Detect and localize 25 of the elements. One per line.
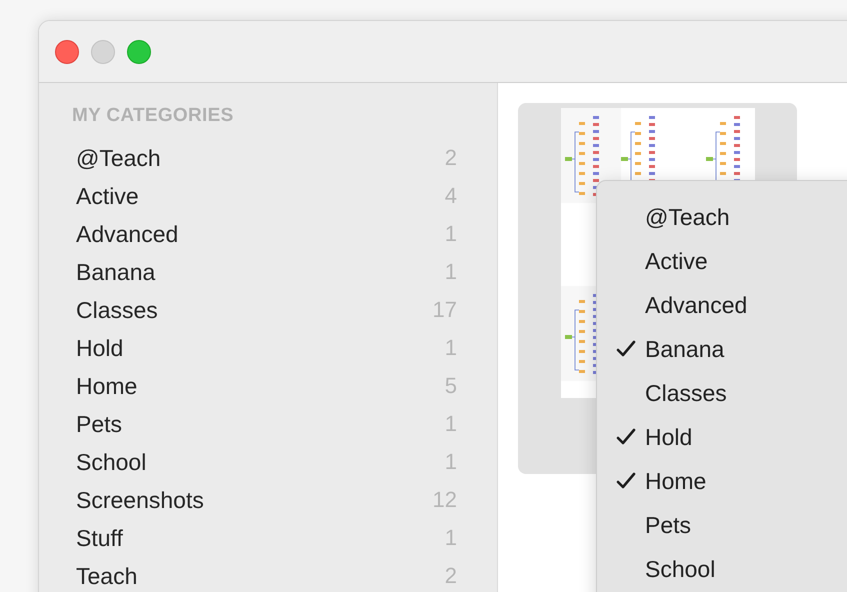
minimize-button[interactable] [91, 40, 115, 64]
menu-item[interactable]: Home [615, 459, 847, 503]
category-name[interactable]: Screenshots [76, 486, 204, 514]
zoom-button[interactable] [127, 40, 151, 64]
category-name[interactable]: Teach [76, 562, 138, 590]
category-name[interactable]: Stuff [76, 524, 123, 552]
category-name[interactable]: Active [76, 182, 139, 210]
sidebar-header: MY CATEGORIES [72, 105, 235, 127]
category-name[interactable]: Classes [76, 296, 158, 324]
menu-item[interactable]: Hold [615, 415, 847, 459]
category-name[interactable]: Hold [76, 334, 124, 362]
menu-item[interactable]: School [615, 547, 847, 591]
category-name[interactable]: Banana [76, 258, 156, 286]
menu-item[interactable]: Active [615, 239, 847, 283]
menu-item[interactable]: Advanced [615, 283, 847, 327]
menu-item[interactable]: Classes [615, 371, 847, 415]
category-name[interactable]: Advanced [76, 220, 178, 248]
close-button[interactable] [55, 40, 79, 64]
menu-item[interactable]: @Teach [615, 195, 847, 239]
category-name[interactable]: School [76, 448, 146, 476]
menu-item[interactable]: Pets [615, 503, 847, 547]
menu-item[interactable]: Banana [615, 327, 847, 371]
category-name[interactable]: Pets [76, 410, 122, 438]
category-name[interactable]: Home [76, 372, 138, 400]
category-name[interactable]: @Teach [76, 144, 161, 172]
